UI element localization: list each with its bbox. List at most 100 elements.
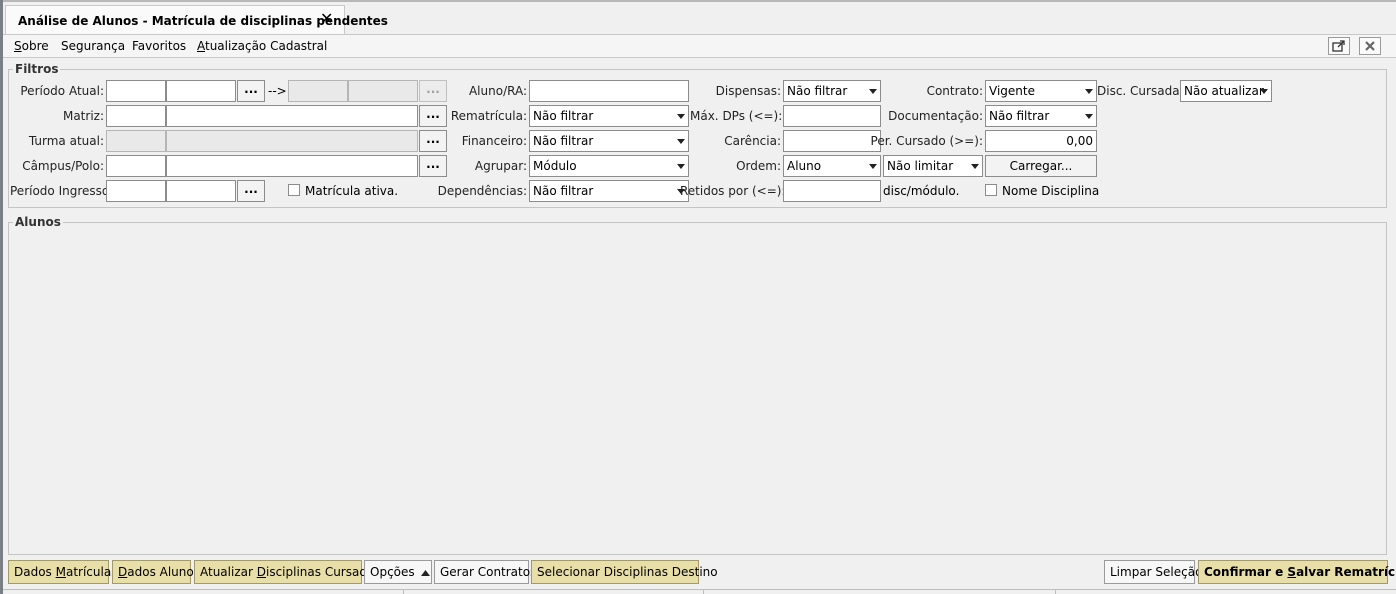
periodo-atual-label: Período Atual: <box>20 84 104 98</box>
close-icon[interactable]: ✕ <box>320 10 333 28</box>
atualizar-disciplinas-cursadas-button[interactable]: Atualizar Disciplinas Cursadas <box>194 560 381 584</box>
contrato-select[interactable]: Vigente <box>985 80 1097 102</box>
agrupar-select[interactable]: Módulo <box>529 155 689 177</box>
periodo-range-arrow: --> <box>268 84 287 98</box>
per-cursado-input[interactable]: 0,00 <box>985 130 1097 152</box>
matriz-code-input[interactable] <box>106 105 166 127</box>
disc-cursadas-select[interactable]: Não atualizar <box>1180 80 1272 102</box>
carregar-button[interactable]: Carregar... <box>985 155 1097 177</box>
turma-atual-desc-input <box>166 130 418 152</box>
btn-mnemonic: D <box>256 565 266 579</box>
chevron-down-icon <box>677 164 685 169</box>
carencia-input[interactable] <box>783 130 881 152</box>
alunos-group <box>8 222 1387 555</box>
btn-label-part: Dados <box>14 565 56 579</box>
menu-sobre-mnemonic: S <box>14 39 22 53</box>
periodo-atual-desc-input[interactable] <box>166 80 236 102</box>
periodo-ingresso-desc-input[interactable] <box>166 180 236 202</box>
limitar-value: Não limitar <box>887 159 954 173</box>
financeiro-select[interactable]: Não filtrar <box>529 130 689 152</box>
confirmar-salvar-rematriculas-button[interactable]: Confirmar e Salvar Rematrículas <box>1198 560 1396 584</box>
chevron-down-icon <box>677 114 685 119</box>
documentacao-select[interactable]: Não filtrar <box>985 105 1097 127</box>
retidos-input[interactable] <box>783 180 881 202</box>
status-separator <box>703 589 704 594</box>
chevron-down-icon <box>1260 89 1268 94</box>
chevron-down-icon <box>1085 114 1093 119</box>
chevron-down-icon <box>971 164 979 169</box>
periodo-final-code-input <box>288 80 348 102</box>
carencia-label: Carência: <box>724 134 781 148</box>
agrupar-label: Agrupar: <box>474 159 527 173</box>
nome-disciplina-label: Nome Disciplina <box>1002 184 1100 198</box>
rematricula-label: Rematrícula: <box>450 109 527 123</box>
per-cursado-label: Per. Cursado (>=): <box>870 134 983 148</box>
dispensas-label: Dispensas: <box>715 84 781 98</box>
opcoes-button[interactable]: Opções <box>364 560 432 584</box>
aluno-ra-input[interactable] <box>529 80 689 102</box>
turma-atual-label: Turma atual: <box>28 134 104 148</box>
campus-polo-code-input[interactable] <box>106 155 166 177</box>
limpar-selecao-button[interactable]: Limpar Seleção <box>1104 560 1202 584</box>
contrato-label: Contrato: <box>926 84 983 98</box>
menu-atualizacao-cadastral[interactable]: Atualização Cadastral <box>197 39 327 53</box>
disc-modulo-label: disc/módulo. <box>883 184 960 198</box>
chevron-down-icon <box>869 164 877 169</box>
periodo-ingresso-lookup-button[interactable]: ... <box>237 180 265 202</box>
btn-label-part: Atualizar <box>200 565 257 579</box>
dados-aluno-button[interactable]: Dados Aluno <box>112 560 194 584</box>
limitar-select[interactable]: Não limitar <box>883 155 983 177</box>
selecionar-disciplinas-destino-button[interactable]: Selecionar Disciplinas Destino <box>531 560 718 584</box>
ordem-label: Ordem: <box>736 159 781 173</box>
menu-sobre-label: obre <box>21 39 49 53</box>
status-separator <box>403 589 404 594</box>
dependencias-label: Dependências: <box>437 184 527 198</box>
btn-label-part: alvar Rematrículas <box>1296 565 1396 579</box>
rematricula-select[interactable]: Não filtrar <box>529 105 689 127</box>
nome-disciplina-checkbox[interactable] <box>985 184 997 196</box>
tab-analise-alunos[interactable]: Análise de Alunos - Matrícula de discipl… <box>5 5 388 35</box>
btn-label-part: ados Aluno <box>127 565 194 579</box>
rematricula-value: Não filtrar <box>533 109 594 123</box>
detach-button[interactable] <box>1328 37 1350 55</box>
max-dps-input[interactable] <box>783 105 881 127</box>
periodo-ingresso-code-input[interactable] <box>106 180 166 202</box>
dispensas-value: Não filtrar <box>787 84 848 98</box>
close-icon <box>1365 41 1375 51</box>
dependencias-select[interactable]: Não filtrar <box>529 180 689 202</box>
periodo-final-desc-input <box>348 80 418 102</box>
dispensas-select[interactable]: Não filtrar <box>783 80 881 102</box>
matricula-ativa-checkbox[interactable] <box>288 184 300 196</box>
menu-sobre[interactable]: Sobre <box>14 39 49 53</box>
ordem-select[interactable]: Aluno <box>783 155 881 177</box>
menu-favoritos[interactable]: Favoritos <box>132 39 186 53</box>
btn-label-part: Confirmar e <box>1204 565 1288 579</box>
gerar-contratos-button[interactable]: Gerar Contratos <box>434 560 536 584</box>
matriz-label: Matriz: <box>62 109 104 123</box>
dados-matriculas-button[interactable]: Dados Matrículas <box>8 560 117 584</box>
aluno-ra-label: Aluno/RA: <box>468 84 527 98</box>
chevron-down-icon <box>677 139 685 144</box>
periodo-atual-lookup-button[interactable]: ... <box>237 80 265 102</box>
status-bar <box>3 589 1396 594</box>
btn-mnemonic: D <box>118 565 128 579</box>
financeiro-value: Não filtrar <box>533 134 594 148</box>
matriz-desc-input[interactable] <box>166 105 418 127</box>
status-separator <box>1055 589 1056 594</box>
alunos-legend: Alunos <box>13 215 63 229</box>
documentacao-value: Não filtrar <box>989 109 1050 123</box>
campus-polo-desc-input[interactable] <box>166 155 418 177</box>
turma-atual-code-input <box>106 130 166 152</box>
menu-atualizacao-label: tualização Cadastral <box>205 39 328 53</box>
btn-mnemonic: S <box>1287 565 1297 579</box>
periodo-atual-code-input[interactable] <box>106 80 166 102</box>
campus-polo-label: Câmpus/Polo: <box>22 159 104 173</box>
chevron-down-icon <box>1085 89 1093 94</box>
matricula-ativa-label: Matrícula ativa. <box>305 184 399 198</box>
close-window-button[interactable] <box>1359 37 1381 55</box>
ordem-value: Aluno <box>787 159 822 173</box>
menu-seguranca[interactable]: Segurança <box>61 39 125 53</box>
btn-mnemonic: M <box>55 565 66 579</box>
menu-atualizacao-mnemonic: A <box>197 39 205 53</box>
disc-cursadas-label: Disc. Cursadas: <box>1097 84 1190 98</box>
